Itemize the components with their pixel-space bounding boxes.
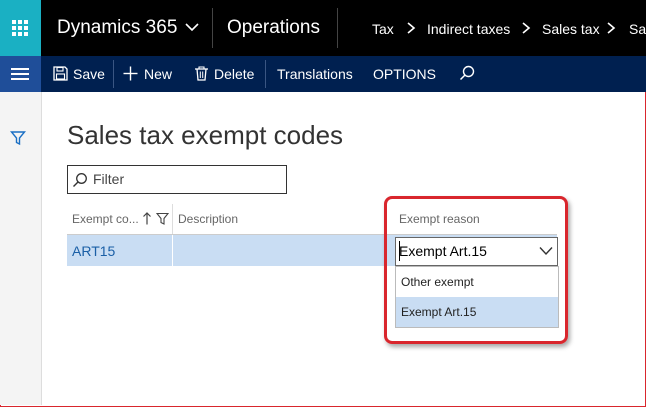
new-label: New [144, 66, 173, 82]
app-launcher-button[interactable] [0, 0, 41, 56]
page-title: Sales tax exempt codes [67, 120, 344, 150]
breadcrumb-item-truncated[interactable]: Sa [629, 21, 646, 37]
navigation-menu-button[interactable] [0, 56, 41, 92]
callout-highlight-box [384, 196, 568, 344]
chevron-right-icon [407, 22, 416, 34]
column-filter-icon[interactable] [156, 212, 169, 225]
filter-field[interactable] [67, 165, 287, 194]
left-sidebar [0, 56, 42, 405]
options-tab[interactable]: OPTIONS [373, 56, 436, 92]
breadcrumb-item-sales-tax[interactable]: Sales tax [542, 21, 600, 37]
app-name[interactable]: Dynamics 365 [57, 17, 177, 39]
translations-button[interactable]: Translations [277, 56, 353, 92]
save-icon [53, 66, 68, 81]
chevron-right-icon [607, 22, 616, 34]
divider [212, 8, 213, 48]
column-header-description[interactable]: Description [178, 204, 238, 234]
chevron-down-icon[interactable] [184, 19, 200, 35]
trash-icon [195, 66, 208, 81]
row-exempt-code[interactable]: ART15 [72, 243, 115, 259]
plus-icon [123, 66, 138, 81]
save-label: Save [73, 66, 105, 82]
divider [265, 60, 266, 88]
search-icon [73, 173, 87, 187]
search-icon[interactable] [459, 65, 475, 81]
hamburger-icon [11, 68, 29, 80]
column-header-exempt-code[interactable]: Exempt co... [72, 204, 139, 234]
top-nav-bar: Dynamics 365 Operations Tax Indirect tax… [0, 0, 646, 56]
save-button[interactable]: Save [53, 56, 105, 92]
chevron-right-icon [522, 22, 531, 34]
app-launcher-icon [12, 20, 29, 37]
module-name[interactable]: Operations [227, 17, 320, 39]
filter-funnel-icon[interactable] [10, 130, 26, 146]
sort-up-icon[interactable] [142, 212, 152, 225]
divider [337, 8, 338, 48]
filter-input[interactable] [93, 169, 278, 189]
divider [113, 60, 114, 88]
breadcrumb-item-tax[interactable]: Tax [372, 21, 394, 37]
column-separator [172, 235, 173, 266]
delete-button[interactable]: Delete [194, 56, 256, 92]
delete-label: Delete [214, 66, 255, 82]
new-button[interactable]: New [123, 56, 175, 92]
action-bar: Save New Delete Translations OPTIONS [41, 56, 646, 92]
breadcrumb-item-indirect-taxes[interactable]: Indirect taxes [427, 21, 510, 37]
